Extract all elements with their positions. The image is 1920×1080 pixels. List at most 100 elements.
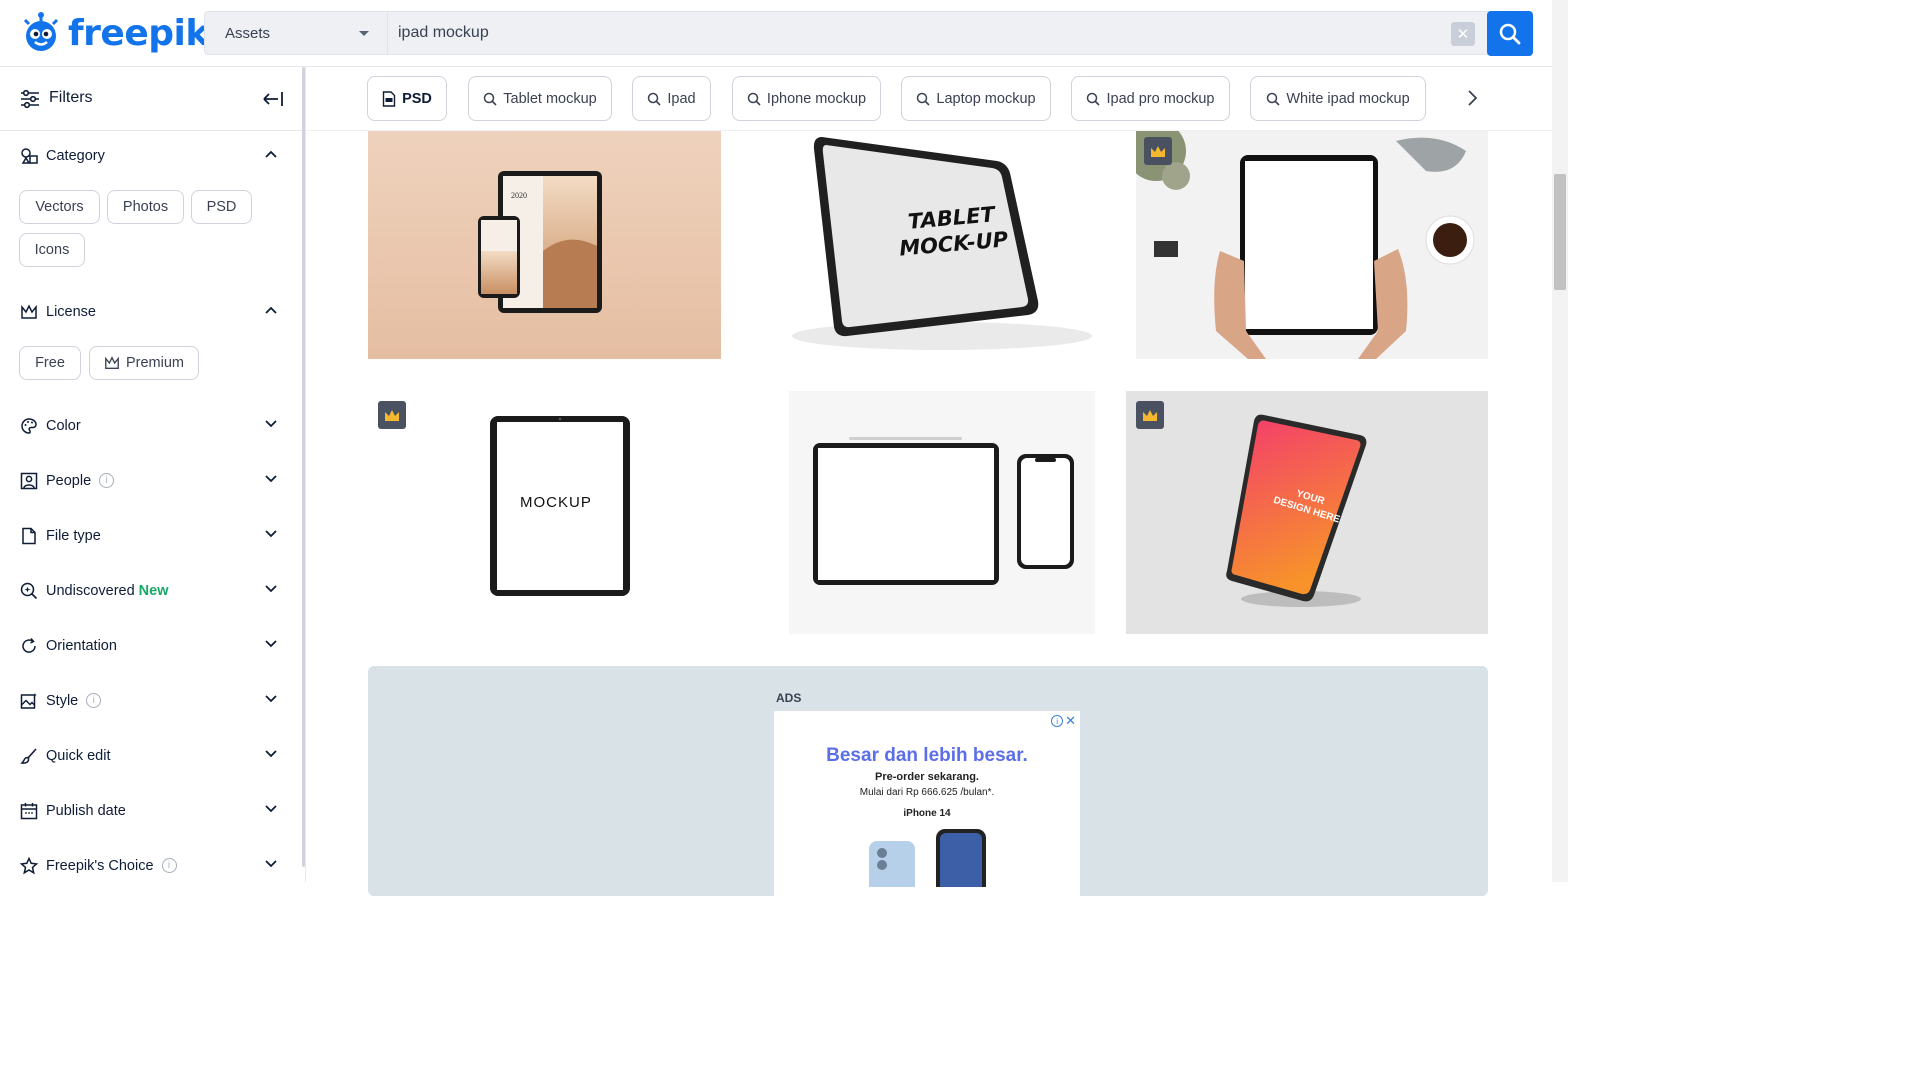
tag-ipad[interactable]: Ipad	[632, 76, 711, 121]
page-scrollbar-thumb[interactable]	[1554, 174, 1566, 290]
publish-date-section-header[interactable]: Publish date	[0, 798, 305, 826]
tag-laptop-mockup[interactable]: Laptop mockup	[901, 76, 1051, 121]
tag-tablet-mockup[interactable]: Tablet mockup	[468, 76, 612, 121]
crown-icon	[1151, 145, 1165, 157]
chevron-right-icon[interactable]	[1466, 89, 1478, 107]
info-icon[interactable]: i	[1051, 715, 1064, 727]
tag-psd[interactable]: PSD	[367, 76, 447, 121]
ad-choices[interactable]: i ✕	[1051, 713, 1076, 729]
undiscovered-label-wrap: Undiscovered New	[46, 583, 169, 599]
page-scrollbar[interactable]	[1552, 0, 1568, 882]
category-label: Category	[46, 148, 105, 164]
premium-crown-badge	[1144, 137, 1172, 165]
search-input[interactable]	[398, 12, 1438, 54]
ads-label: ADS	[776, 691, 802, 705]
file-type-label: File type	[46, 528, 101, 544]
chip-free[interactable]: Free	[19, 346, 81, 380]
info-icon[interactable]: i	[161, 857, 177, 873]
result-card-premium[interactable]: MOCKUP	[368, 391, 748, 634]
close-icon[interactable]: ✕	[1065, 713, 1076, 729]
chip-vectors[interactable]: Vectors	[19, 190, 100, 224]
tablet-portrait-mockup-image	[490, 416, 630, 596]
mockup-label-text: MOCKUP	[520, 494, 592, 511]
freepik-logo[interactable]: freepik	[20, 10, 209, 56]
undiscovered-section-header[interactable]: Undiscovered New	[0, 578, 305, 606]
file-type-section-header[interactable]: File type	[0, 523, 305, 551]
category-section-header[interactable]: Category	[0, 143, 305, 171]
tag-iphone-mockup[interactable]: Iphone mockup	[732, 76, 881, 121]
license-label: License	[46, 304, 96, 320]
tag-ipad-pro-mockup[interactable]: Ipad pro mockup	[1071, 76, 1230, 121]
chip-icons[interactable]: Icons	[19, 233, 85, 267]
chevron-up-icon	[265, 306, 277, 314]
ad-subline-1: Pre-order sekarang.	[875, 771, 979, 783]
premium-crown-badge	[378, 401, 406, 429]
filters-sidebar: Filters Category Vectors Photos PSD Icon…	[0, 67, 306, 882]
person-frame-icon	[20, 472, 38, 490]
sliders-icon	[21, 89, 39, 109]
freepik-mascot-icon	[20, 12, 62, 54]
chevron-down-icon	[265, 530, 277, 538]
premium-crown-badge	[1136, 401, 1164, 429]
logo-text: freepik	[68, 12, 209, 54]
psd-file-icon	[382, 90, 396, 107]
category-icon	[21, 148, 38, 164]
chevron-up-icon	[265, 150, 277, 158]
ad-container: ADS i ✕ Besar dan lebih besar. Pre-order…	[368, 666, 1488, 901]
clear-search-button[interactable]: ✕	[1451, 22, 1475, 46]
ad-banner[interactable]: i ✕ Besar dan lebih besar. Pre-order sek…	[774, 711, 1080, 901]
style-label-wrap: Style i	[46, 692, 102, 709]
filters-title: Filters	[49, 89, 93, 106]
chip-photos[interactable]: Photos	[107, 190, 184, 224]
style-label: Style	[46, 693, 79, 709]
orientation-label: Orientation	[46, 638, 117, 654]
palette-icon	[21, 418, 37, 434]
chevron-down-icon	[265, 420, 277, 428]
sidebar-scrollbar[interactable]	[302, 67, 305, 867]
brush-icon	[20, 748, 37, 764]
result-card[interactable]	[789, 391, 1095, 634]
chevron-down-icon	[265, 640, 277, 648]
search-sparkle-icon	[20, 582, 38, 600]
chip-psd[interactable]: PSD	[191, 190, 252, 224]
file-icon	[22, 527, 36, 545]
freepiks-choice-label: Freepik's Choice	[46, 858, 154, 874]
chip-premium[interactable]: Premium	[89, 346, 199, 380]
asset-type-value: Assets	[225, 24, 271, 42]
ad-subline-2: Mulai dari Rp 666.625 /bulan*.	[859, 787, 995, 798]
info-icon[interactable]: i	[99, 472, 115, 488]
tag-white-ipad-mockup[interactable]: White ipad mockup	[1250, 76, 1426, 121]
tag-label: White ipad mockup	[1286, 90, 1410, 107]
new-badge: New	[138, 583, 169, 599]
license-section-header[interactable]: License	[0, 299, 305, 327]
chevron-down-icon	[265, 805, 277, 813]
color-label: Color	[46, 418, 81, 434]
info-icon[interactable]: i	[86, 692, 102, 708]
chevron-down-icon	[265, 860, 277, 868]
search-icon	[747, 92, 761, 106]
result-card[interactable]: TABLET MOCK-UP	[752, 131, 1105, 359]
result-card-premium[interactable]: YOUR DESIGN HERE	[1126, 391, 1488, 634]
tag-psd-label: PSD	[402, 90, 432, 107]
related-tags-row: PSD Tablet mockup Ipad Iphone mockup Lap…	[306, 67, 1552, 131]
phones-image	[869, 829, 986, 887]
freepiks-choice-section-header[interactable]: Freepik's Choice i	[0, 853, 305, 881]
crown-icon	[385, 409, 399, 421]
asset-type-select[interactable]: Assets	[205, 12, 388, 54]
search-button[interactable]	[1487, 11, 1533, 56]
result-card[interactable]: 2020	[368, 131, 721, 359]
top-header: freepik Assets ✕	[0, 0, 1552, 67]
tag-label: Iphone mockup	[766, 90, 867, 107]
search-icon	[648, 92, 661, 106]
ad-headline: Besar dan lebih besar.	[826, 745, 1028, 766]
result-card-premium[interactable]	[1136, 131, 1488, 359]
color-section-header[interactable]: Color	[0, 413, 305, 441]
people-section-header[interactable]: People i	[0, 468, 305, 496]
style-section-header[interactable]: Style i	[0, 688, 305, 716]
tag-label: Ipad	[667, 90, 696, 107]
orientation-section-header[interactable]: Orientation	[0, 633, 305, 661]
chip-premium-label: Premium	[125, 355, 184, 371]
quick-edit-section-header[interactable]: Quick edit	[0, 743, 305, 771]
calendar-icon	[20, 803, 38, 820]
collapse-sidebar-icon[interactable]	[262, 89, 284, 109]
